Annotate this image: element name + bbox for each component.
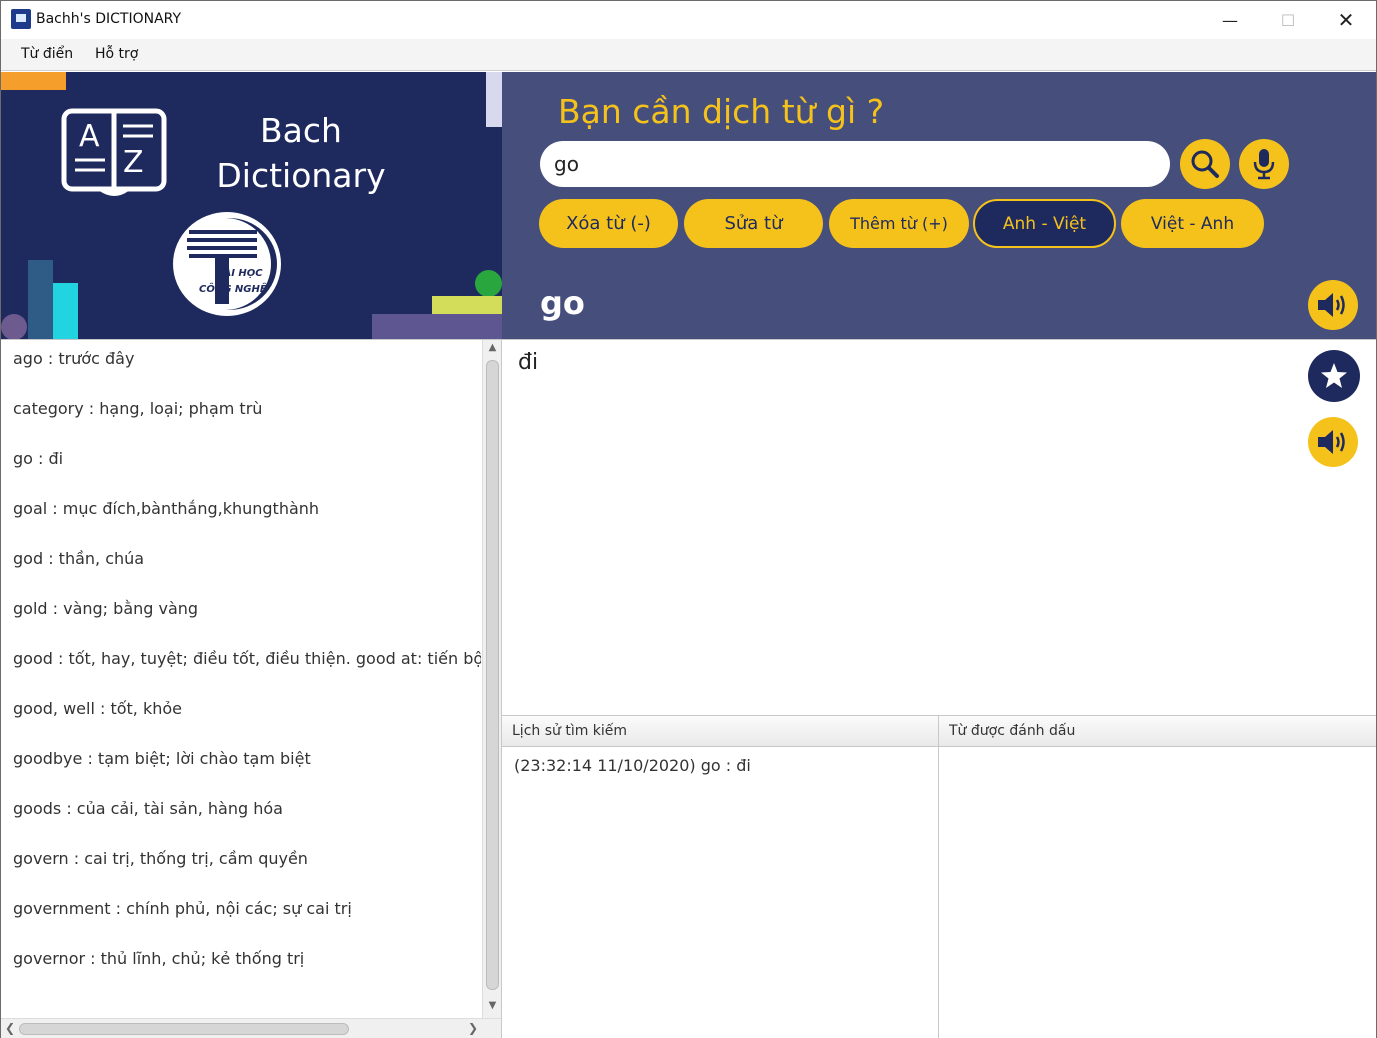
logo-text-1: ĐẠI HỌC: [214, 268, 263, 279]
meaning-text: đi: [518, 350, 539, 375]
university-logo: ĐẠI HỌC CÔNG NGHỆ: [173, 212, 281, 316]
dictionary-book-icon: A Z: [61, 108, 167, 196]
history-entry[interactable]: (23:32:14 11/10/2020) go : đi: [514, 756, 751, 775]
list-item[interactable]: good : tốt, hay, tuyệt; điều tốt, điều t…: [13, 649, 481, 668]
bookmarks-pane: Từ được đánh dấu: [939, 715, 1376, 1038]
speaker-icon: [1318, 293, 1345, 317]
list-item[interactable]: good, well : tốt, khỏe: [13, 699, 182, 718]
decor-lime-bar: [432, 296, 502, 314]
banner: A Z Bach Dictionary ĐẠI HỌC CÔNG NGHỆ: [1, 72, 502, 339]
history-header: Lịch sử tìm kiếm: [502, 716, 938, 747]
list-item[interactable]: gold : vàng; bằng vàng: [13, 599, 198, 618]
list-item[interactable]: government : chính phủ, nội các; sự cai …: [13, 899, 352, 918]
vertical-scroll-thumb[interactable]: [486, 360, 499, 990]
search-icon: [1191, 150, 1219, 178]
pronounce-meaning-button[interactable]: [1308, 417, 1358, 467]
minimize-button[interactable]: —: [1201, 1, 1259, 39]
bookmark-button[interactable]: [1308, 350, 1360, 402]
banner-title: Bach Dictionary: [216, 108, 386, 198]
speaker-icon: [1318, 430, 1345, 454]
maximize-button[interactable]: ☐: [1259, 1, 1317, 39]
book-letter-z: Z: [123, 145, 144, 180]
list-item[interactable]: govern : cai trị, thống trị, cầm quyền: [13, 849, 308, 868]
word-list[interactable]: ago : trước đây category : hạng, loại; p…: [1, 339, 502, 1038]
menu-dictionary[interactable]: Từ điển: [21, 46, 73, 62]
app-icon: [11, 9, 31, 29]
list-item[interactable]: go : đi: [13, 449, 63, 468]
horizontal-scrollbar[interactable]: ❮ ❯: [1, 1018, 501, 1038]
star-icon: [1321, 363, 1347, 388]
logo-text-2: CÔNG NGHỆ: [199, 281, 267, 295]
edit-word-button[interactable]: Sửa từ: [684, 199, 823, 248]
list-item[interactable]: god : thần, chúa: [13, 549, 144, 568]
scroll-right-arrow-icon[interactable]: ❯: [468, 1021, 478, 1035]
decor-blue-column: [28, 260, 53, 339]
scroll-up-arrow-icon[interactable]: ▲: [483, 342, 502, 356]
close-button[interactable]: ✕: [1317, 1, 1375, 39]
microphone-icon: [1253, 149, 1275, 180]
bookmarks-header: Từ được đánh dấu: [939, 716, 1376, 747]
vertical-scrollbar[interactable]: ▲ ▼: [482, 340, 501, 1018]
scroll-down-arrow-icon[interactable]: ▼: [483, 1000, 502, 1014]
search-button[interactable]: [1180, 139, 1230, 189]
search-header: Bạn cần dịch từ gì ? go Xóa từ (-) Sửa t…: [502, 72, 1376, 339]
horizontal-scroll-thumb[interactable]: [19, 1023, 349, 1035]
delete-word-button[interactable]: Xóa từ (-): [539, 199, 678, 248]
decor-purple-circle: [1, 314, 27, 339]
search-input[interactable]: go: [540, 141, 1170, 187]
decor-green-circle: [475, 270, 502, 297]
vietnamese-english-button[interactable]: Việt - Anh: [1121, 199, 1264, 248]
banner-title-line1: Bach: [260, 111, 342, 150]
list-item[interactable]: governor : thủ lĩnh, chủ; kẻ thống trị: [13, 949, 304, 968]
menu-help[interactable]: Hỗ trợ: [95, 46, 138, 62]
banner-title-line2: Dictionary: [216, 156, 386, 195]
current-word: go: [540, 284, 585, 322]
book-letter-a: A: [79, 119, 100, 154]
english-vietnamese-button[interactable]: Anh - Việt: [973, 199, 1116, 248]
list-item[interactable]: category : hạng, loại; phạm trù: [13, 399, 262, 418]
pronounce-word-button[interactable]: [1308, 280, 1358, 330]
list-item[interactable]: goodbye : tạm biệt; lời chào tạm biệt: [13, 749, 311, 768]
menu-bar: Từ điển Hỗ trợ: [1, 39, 1376, 71]
add-word-button[interactable]: Thêm từ (+): [829, 199, 969, 248]
decor-orange-bar: [1, 72, 66, 90]
app-window: Bachh's DICTIONARY — ☐ ✕ Từ điển Hỗ trợ …: [0, 0, 1377, 1038]
decor-lilac-bar: [486, 72, 502, 127]
decor-cyan-column: [53, 283, 78, 339]
voice-input-button[interactable]: [1239, 139, 1289, 189]
window-title: Bachh's DICTIONARY: [36, 11, 182, 27]
list-item[interactable]: goal : mục đích,bànthắng,khungthành: [13, 499, 319, 518]
list-item[interactable]: ago : trước đây: [13, 349, 134, 368]
title-bar: Bachh's DICTIONARY — ☐ ✕: [1, 1, 1376, 39]
search-prompt: Bạn cần dịch từ gì ?: [558, 92, 885, 131]
decor-violet-bar: [372, 314, 502, 339]
meaning-panel: đi: [502, 339, 1376, 715]
scroll-left-arrow-icon[interactable]: ❮: [5, 1021, 15, 1035]
list-item[interactable]: goods : của cải, tài sản, hàng hóa: [13, 799, 283, 818]
history-pane: Lịch sử tìm kiếm (23:32:14 11/10/2020) g…: [502, 715, 939, 1038]
